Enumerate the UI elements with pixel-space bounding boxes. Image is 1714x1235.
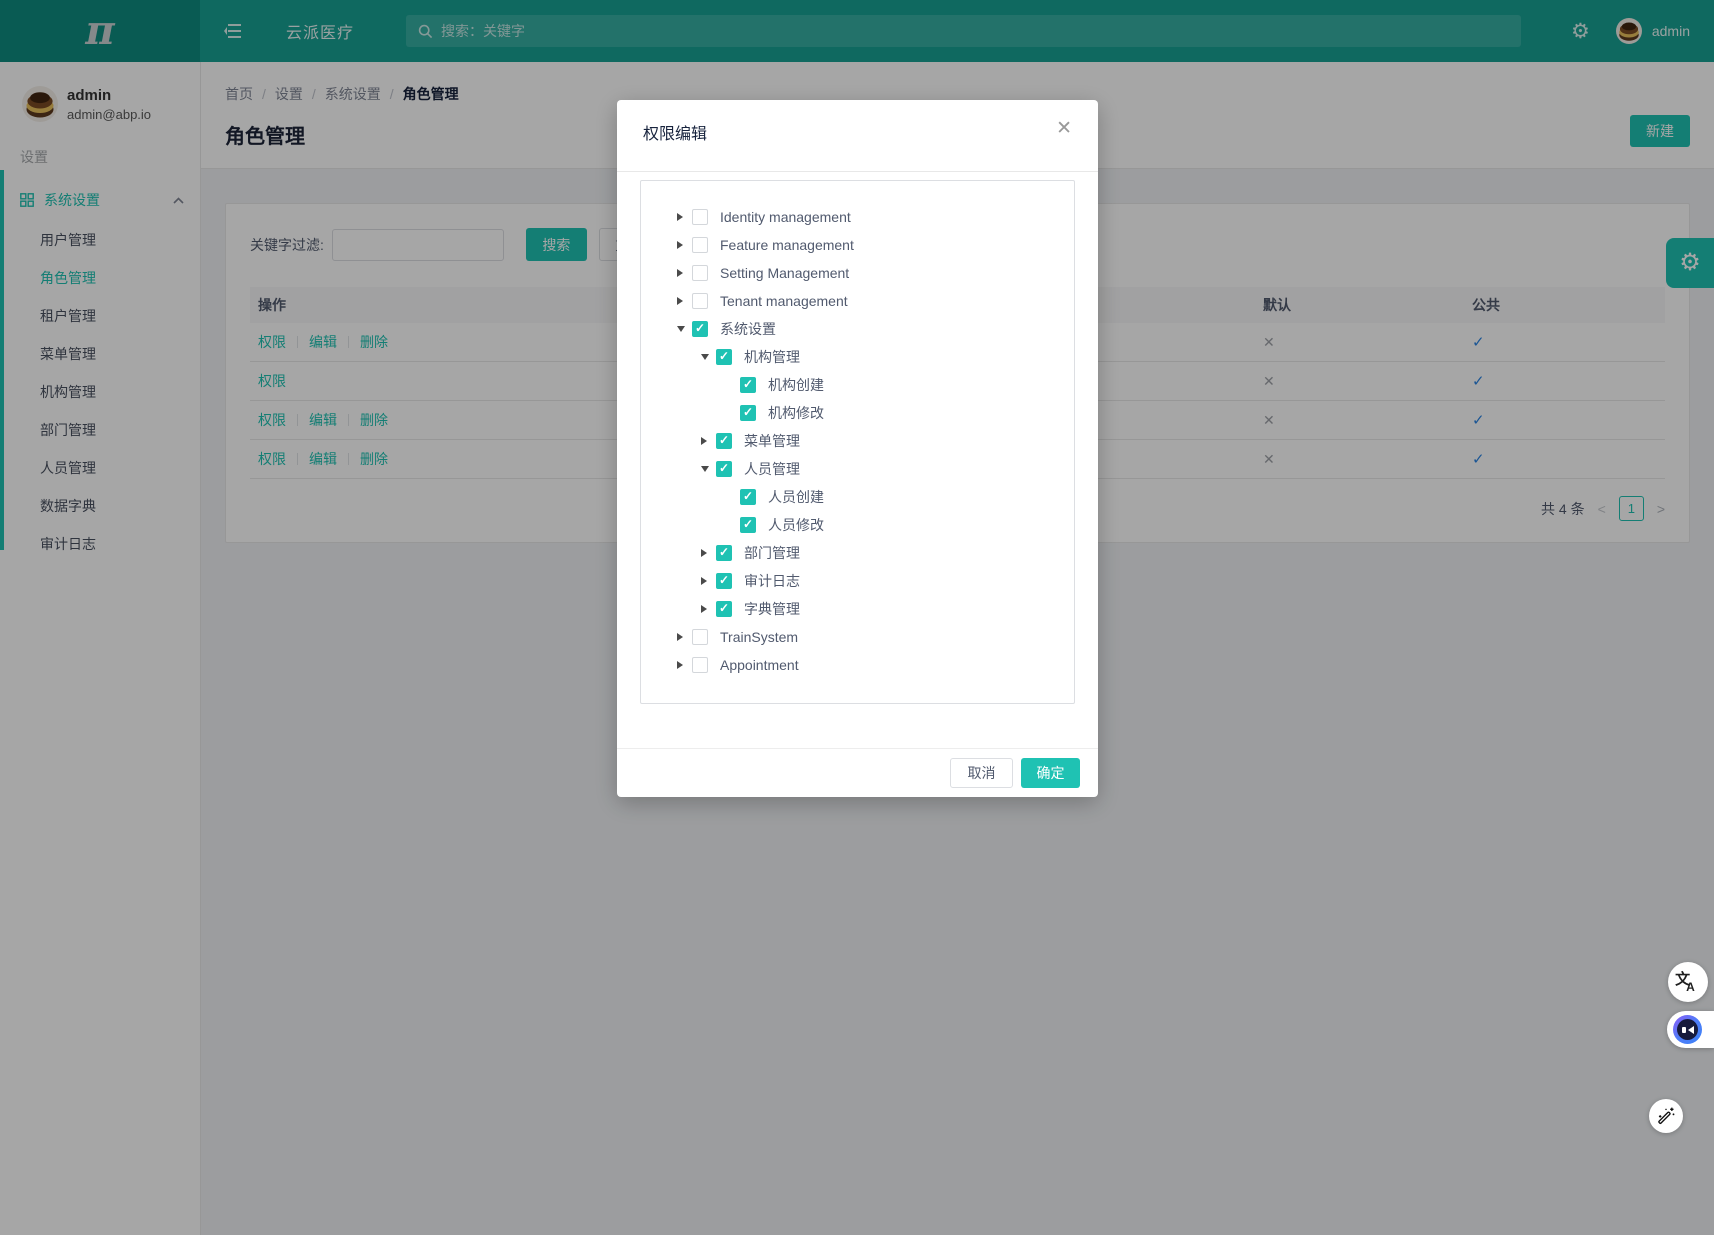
tree-checkbox[interactable] [716,545,732,561]
tree-item-label: TrainSystem [720,629,798,645]
tree-checkbox[interactable] [692,629,708,645]
tree-item-label: Appointment [720,657,799,673]
tree-checkbox[interactable] [692,265,708,281]
tree-checkbox[interactable] [692,321,708,337]
caret-right-icon[interactable] [701,549,716,557]
tree-item[interactable]: 菜单管理 [641,427,1074,455]
tree-checkbox[interactable] [716,573,732,589]
tree-item-label: 人员创建 [768,487,824,507]
tree-item-label: Setting Management [720,265,849,281]
tree-checkbox[interactable] [692,293,708,309]
tree-item-label: 机构创建 [768,375,824,395]
tree-checkbox[interactable] [716,433,732,449]
tree-item[interactable]: Tenant management [641,287,1074,315]
ok-button[interactable]: 确定 [1021,758,1080,788]
caret-right-icon[interactable] [677,297,692,305]
tree-item-label: 系统设置 [720,319,776,339]
tree-checkbox[interactable] [692,657,708,673]
tree-item-label: 字典管理 [744,599,800,619]
tree-item-label: 人员修改 [768,515,824,535]
caret-down-icon[interactable] [701,466,716,472]
caret-right-icon[interactable] [701,577,716,585]
magic-wand-icon [1656,1106,1676,1126]
modal-title: 权限编辑 [643,120,707,144]
tree-item[interactable]: Setting Management [641,259,1074,287]
tree-checkbox[interactable] [716,601,732,617]
cancel-button[interactable]: 取消 [950,758,1013,788]
caret-right-icon[interactable] [677,661,692,669]
caret-right-icon[interactable] [677,269,692,277]
tree-checkbox[interactable] [692,209,708,225]
caret-down-icon[interactable] [701,354,716,360]
tree-item[interactable]: 机构修改 [641,399,1074,427]
tree-item[interactable]: 审计日志 [641,567,1074,595]
magic-wand-fab[interactable] [1649,1099,1683,1133]
tree-item[interactable]: Feature management [641,231,1074,259]
tree-checkbox[interactable] [740,405,756,421]
tree-item[interactable]: 系统设置 [641,315,1074,343]
tree-checkbox[interactable] [740,517,756,533]
caret-right-icon[interactable] [701,437,716,445]
tree-item[interactable]: 机构创建 [641,371,1074,399]
close-icon[interactable]: ✕ [1056,119,1072,138]
tree-checkbox[interactable] [716,461,732,477]
tree-item-label: 菜单管理 [744,431,800,451]
permission-edit-modal: 权限编辑 ✕ Identity management Feature manag… [617,100,1098,797]
assistant-fab[interactable] [1667,1011,1714,1048]
tree-item-label: Tenant management [720,293,848,309]
tree-item[interactable]: 机构管理 [641,343,1074,371]
translate-fab[interactable]: 文 A [1668,962,1708,1002]
tree-item-label: 部门管理 [744,543,800,563]
tree-item[interactable]: 人员修改 [641,511,1074,539]
caret-down-icon[interactable] [677,326,692,332]
tree-item-label: Feature management [720,237,854,253]
tree-item-label: Identity management [720,209,851,225]
caret-right-icon[interactable] [677,241,692,249]
tree-item[interactable]: 部门管理 [641,539,1074,567]
tree-checkbox[interactable] [740,489,756,505]
permission-tree: Identity management Feature management S… [640,180,1075,704]
tree-checkbox[interactable] [740,377,756,393]
tree-item[interactable]: Appointment [641,651,1074,679]
robot-icon [1673,1015,1702,1044]
tree-item-label: 审计日志 [744,571,800,591]
tree-item[interactable]: 人员创建 [641,483,1074,511]
caret-right-icon[interactable] [701,605,716,613]
tree-item[interactable]: 人员管理 [641,455,1074,483]
tree-item-label: 机构管理 [744,347,800,367]
tree-item[interactable]: Identity management [641,203,1074,231]
tree-item[interactable]: 字典管理 [641,595,1074,623]
caret-right-icon[interactable] [677,633,692,641]
tree-item-label: 人员管理 [744,459,800,479]
tree-checkbox[interactable] [716,349,732,365]
caret-right-icon[interactable] [677,213,692,221]
tree-item-label: 机构修改 [768,403,824,423]
tree-checkbox[interactable] [692,237,708,253]
tree-item[interactable]: TrainSystem [641,623,1074,651]
